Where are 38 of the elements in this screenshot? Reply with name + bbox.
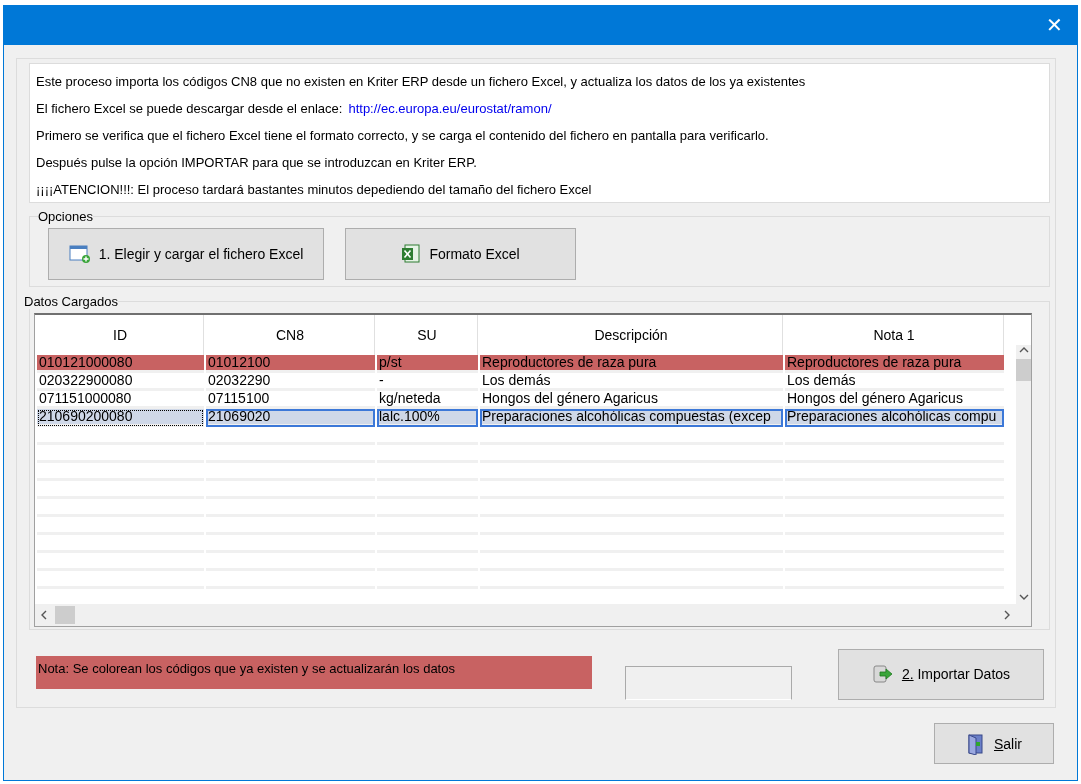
format-button[interactable]: Formato Excel	[345, 228, 576, 280]
info-line: El fichero Excel se puede descargar desde el enlace:	[36, 100, 343, 118]
table-cell: Reproductores de raza pura	[785, 355, 1004, 373]
table-cell: Los demás	[785, 373, 1004, 391]
table-cell: 01012100	[206, 355, 375, 373]
import-button[interactable]: 2. Importar Datos	[838, 648, 1044, 700]
table-cell: 010121000080	[37, 355, 204, 373]
window-icon	[68, 244, 91, 264]
scrollbar-thumb[interactable]	[55, 606, 75, 624]
table-cell: Preparaciones alcohólicas compuestas (excep	[480, 409, 783, 427]
info-line: Este proceso importa los códigos CN8 que no existen en Kriter ERP desde un fichero Excel, y actualiza los datos de los ya existentes	[36, 73, 807, 91]
vertical-scrollbar[interactable]	[1016, 345, 1031, 604]
close-button[interactable]: ✕	[1031, 5, 1077, 45]
table-cell: 02032290	[206, 373, 375, 391]
group-title: Datos Cargados	[24, 294, 118, 309]
info-line: ¡¡¡¡ATENCION!!!: El proceso tardará bastantes minutos depediendo del tamaño del fichero Excel	[36, 181, 593, 199]
spreadsheet-icon	[401, 244, 422, 264]
table-cell: 21069020	[206, 409, 375, 427]
table-cell: p/st	[377, 355, 478, 373]
table-cell: Los demás	[480, 373, 783, 391]
info-line: Primero se verifica que el fichero Excel tiene el formato correcto, y se carga el contenido del fichero en pantalla para verificarlo.	[36, 127, 770, 145]
note-banner: Nota: Se colorean los códigos que ya existen y se actualizarán los datos	[36, 655, 592, 689]
table-cell: 020322900080	[37, 373, 204, 391]
progress-field[interactable]	[625, 666, 792, 700]
import-icon	[871, 664, 894, 684]
table-cell: 210690200080	[37, 409, 204, 427]
download-link[interactable]: http://ec.europa.eu/eurostat/ramon/	[348, 95, 552, 122]
table-cell: Reproductores de raza pura	[480, 355, 783, 373]
group-title: Opciones	[38, 209, 93, 224]
table-cell: -	[377, 373, 478, 391]
exit-button[interactable]: Salir	[934, 723, 1054, 764]
door-icon	[966, 732, 986, 755]
load-file-button[interactable]: 1. Elegir y cargar el fichero Excel	[48, 228, 324, 280]
info-line: Después pulse la opción IMPORTAR para que se introduzcan en Kriter ERP.	[36, 154, 478, 172]
table-cell: lalc.100%	[377, 409, 478, 427]
horizontal-scrollbar[interactable]	[35, 604, 1031, 626]
table-cell: Preparaciones alcohólicas compu	[785, 409, 1004, 427]
scrollbar-thumb[interactable]	[1016, 359, 1031, 381]
